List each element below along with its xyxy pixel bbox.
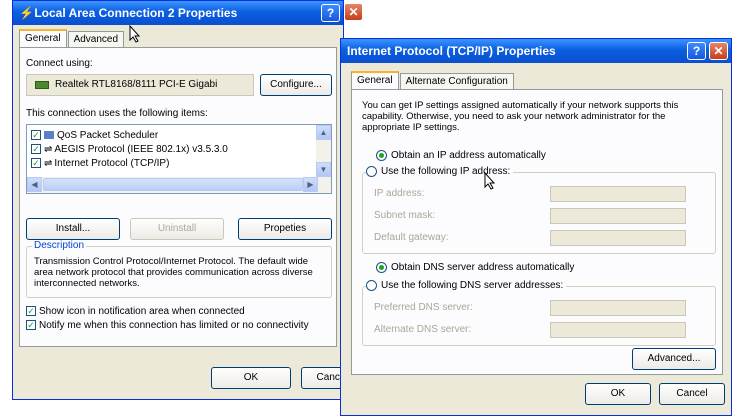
list-horizontal-scrollbar[interactable]: ◀ ▶ [27, 177, 331, 193]
properties-button[interactable]: Propeties [238, 218, 332, 240]
list-vertical-scrollbar[interactable]: ▲ ▼ [316, 125, 331, 177]
show-icon-label: Show icon in notification area when conn… [39, 306, 245, 317]
use-following-ip-radio[interactable] [366, 166, 377, 177]
mouse-cursor-icon [484, 172, 496, 190]
tcpip-properties-window: Internet Protocol (TCP/IP) Properties ? … [340, 38, 732, 416]
lan-properties-window: ⚡ Local Area Connection 2 Properties ? G… [12, 0, 361, 400]
tcpip-tabs: General Alternate Configuration [351, 71, 515, 89]
lan-general-panel: Connect using: Realtek RTL8168/8111 PCI-… [19, 47, 337, 347]
list-item-label: Internet Protocol (TCP/IP) [54, 158, 170, 169]
mouse-cursor-icon [129, 25, 141, 43]
scroll-right-icon[interactable]: ▶ [303, 177, 318, 192]
obtain-dns-auto-label: Obtain DNS server address automatically [391, 262, 575, 274]
tab-advanced[interactable]: Advanced [67, 31, 125, 47]
obtain-ip-auto-option[interactable]: Obtain an IP address automatically [376, 150, 546, 161]
lan-properties-title: Local Area Connection 2 Properties [34, 6, 238, 20]
list-item-label: AEGIS Protocol (IEEE 802.1x) v3.5.3.0 [54, 144, 228, 155]
list-item[interactable]: ✓ ⇌ Internet Protocol (TCP/IP) [31, 158, 169, 169]
tcpip-cancel-button[interactable]: Cancel [659, 383, 725, 405]
use-following-dns-radio[interactable] [366, 280, 377, 291]
subnet-mask-field [550, 208, 686, 224]
intro-text: You can get IP settings assigned automat… [362, 100, 679, 133]
lan-ok-button[interactable]: OK [211, 367, 291, 389]
network-adapter-icon [35, 81, 49, 89]
configure-button[interactable]: Configure... [260, 74, 332, 96]
show-icon-option[interactable]: ✓ Show icon in notification area when con… [26, 306, 245, 317]
network-connection-icon: ⚡ [19, 6, 34, 20]
alternate-dns-label: Alternate DNS server: [374, 324, 472, 335]
scroll-up-icon[interactable]: ▲ [316, 125, 331, 140]
adapter-name: Realtek RTL8168/8111 PCI-E Gigabi [55, 79, 218, 90]
tcpip-properties-titlebar[interactable]: Internet Protocol (TCP/IP) Properties [341, 39, 731, 63]
obtain-ip-auto-label: Obtain an IP address automatically [391, 150, 546, 162]
scroll-left-icon[interactable]: ◀ [27, 177, 42, 192]
tcpip-help-button[interactable]: ? [687, 42, 706, 60]
use-following-dns-option[interactable]: Use the following DNS server addresses: [366, 280, 567, 292]
preferred-dns-label: Preferred DNS server: [374, 302, 473, 313]
items-label: This connection uses the following items… [26, 108, 208, 119]
checkbox-tcpip[interactable]: ✓ [31, 158, 41, 169]
obtain-dns-auto-option[interactable]: Obtain DNS server address automatically [376, 262, 574, 273]
connection-items-list[interactable]: ✓ QoS Packet Scheduler ✓ ⇌ AEGIS Protocol (… [26, 124, 332, 194]
checkbox-qos[interactable]: ✓ [31, 130, 41, 141]
ip-address-label: IP address: [374, 188, 425, 199]
default-gateway-field [550, 230, 686, 246]
install-button[interactable]: Install... [26, 218, 120, 240]
use-following-dns-label: Use the following DNS server addresses: [381, 280, 564, 292]
tcpip-ok-button[interactable]: OK [585, 383, 651, 405]
default-gateway-label: Default gateway: [374, 232, 449, 243]
ip-address-field [550, 186, 686, 202]
description-title: Description [32, 240, 87, 251]
tab-general[interactable]: General [19, 29, 67, 47]
lan-help-button[interactable]: ? [321, 4, 340, 22]
list-item[interactable]: ✓ ⇌ AEGIS Protocol (IEEE 802.1x) v3.5.3.0 [31, 144, 228, 155]
obtain-ip-auto-radio[interactable] [376, 150, 387, 161]
lan-properties-titlebar[interactable]: ⚡ Local Area Connection 2 Properties [13, 1, 343, 25]
scroll-down-icon[interactable]: ▼ [316, 162, 331, 177]
checkbox-aegis[interactable]: ✓ [31, 144, 41, 155]
alternate-dns-field [550, 322, 686, 338]
tcpip-properties-title: Internet Protocol (TCP/IP) Properties [347, 44, 556, 58]
protocol-icon: ⇌ [44, 158, 53, 169]
description-text: Transmission Control Protocol/Internet P… [34, 256, 313, 289]
show-icon-checkbox[interactable]: ✓ [26, 306, 36, 317]
scroll-thumb[interactable] [43, 178, 303, 191]
tcpip-close-button[interactable]: ✕ [709, 42, 728, 60]
tab-general[interactable]: General [351, 71, 399, 89]
tcpip-general-panel: You can get IP settings assigned automat… [351, 89, 723, 375]
tab-alternate-configuration[interactable]: Alternate Configuration [399, 73, 514, 89]
lan-tabs: General Advanced [19, 29, 125, 47]
advanced-button[interactable]: Advanced... [632, 348, 716, 370]
uninstall-button: Uninstall [130, 218, 224, 240]
obtain-dns-auto-radio[interactable] [376, 262, 387, 273]
notify-label: Notify me when this connection has limit… [39, 320, 309, 331]
notify-checkbox[interactable]: ✓ [26, 320, 36, 331]
qos-icon [44, 131, 54, 140]
subnet-mask-label: Subnet mask: [374, 210, 436, 221]
preferred-dns-field [550, 300, 686, 316]
list-item[interactable]: ✓ QoS Packet Scheduler [31, 130, 158, 141]
notify-option[interactable]: ✓ Notify me when this connection has limi… [26, 320, 309, 331]
protocol-icon: ⇌ [44, 144, 53, 155]
list-item-label: QoS Packet Scheduler [57, 130, 159, 141]
connect-using-label: Connect using: [26, 58, 93, 69]
adapter-field: Realtek RTL8168/8111 PCI-E Gigabi [26, 74, 254, 96]
lan-close-button[interactable]: ✕ [344, 3, 363, 21]
